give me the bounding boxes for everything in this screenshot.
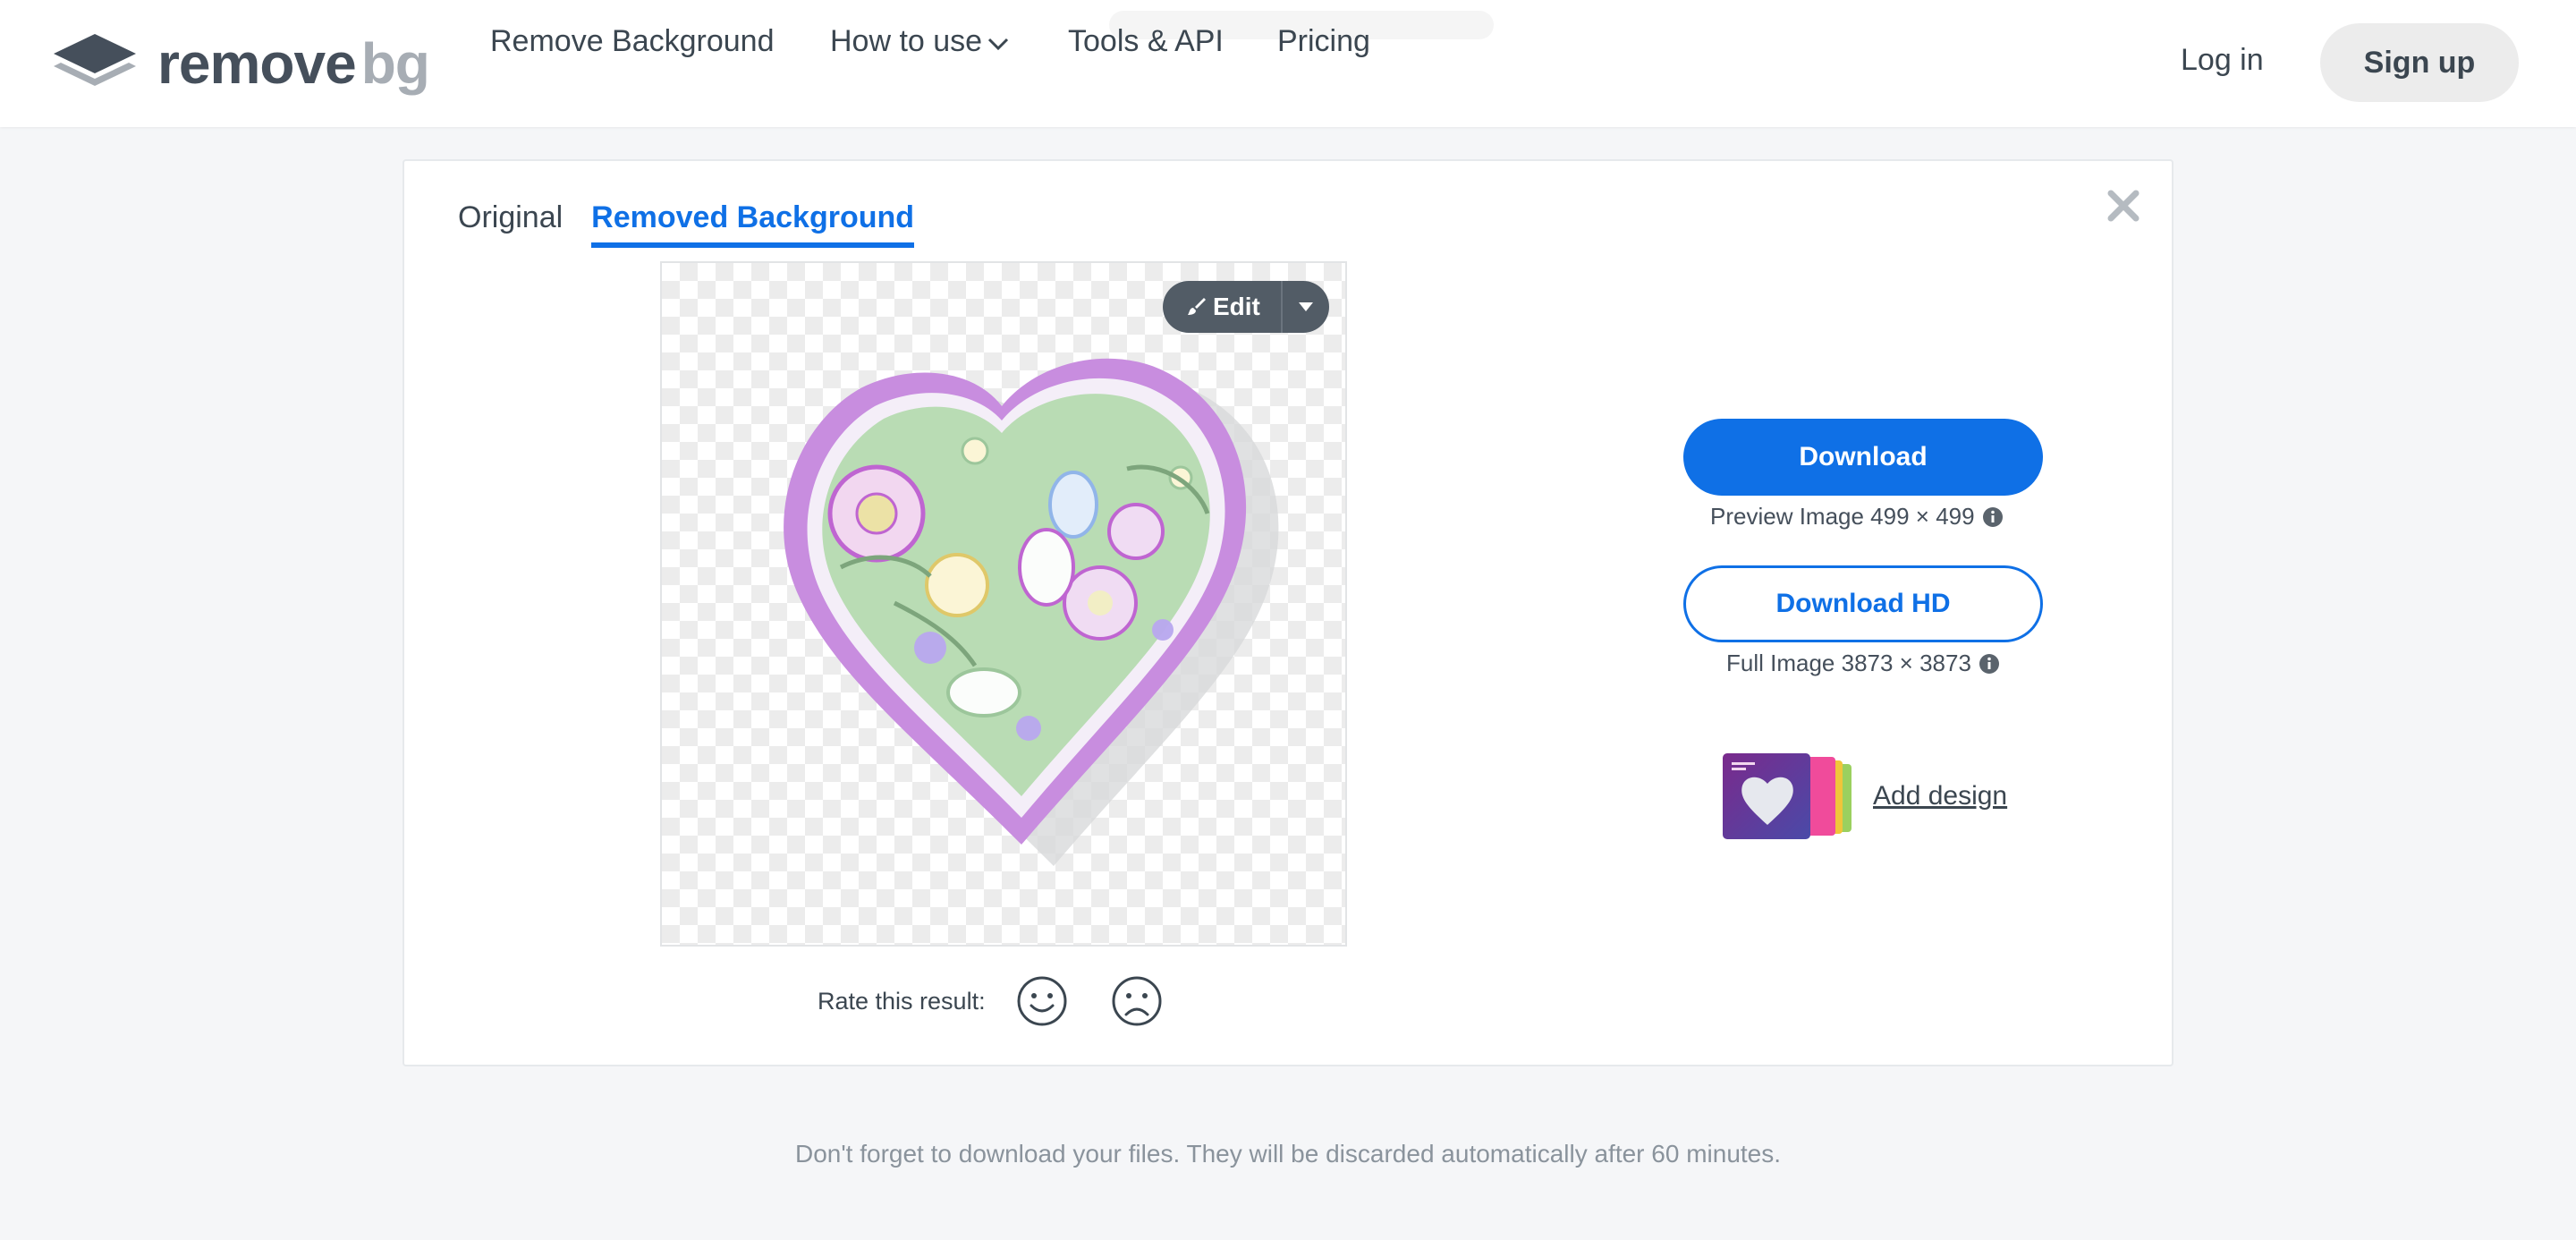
hd-info: Full Image 3873 × 3873 [1726, 650, 2000, 677]
nav-remove-background[interactable]: Remove Background [490, 24, 775, 59]
edit-dropdown-toggle[interactable] [1283, 302, 1329, 311]
download-hd-button[interactable]: Download HD [1683, 565, 2043, 642]
logo[interactable]: removebg [54, 30, 430, 97]
design-thumbnails [1723, 753, 1852, 839]
rate-label: Rate this result: [818, 987, 986, 1015]
nav-pricing[interactable]: Pricing [1277, 24, 1370, 59]
signup-button[interactable]: Sign up [2320, 23, 2519, 102]
add-design-link[interactable]: Add design [1873, 781, 2007, 811]
nav-how-to-use-label: How to use [830, 23, 983, 58]
image-preview: Edit [660, 261, 1347, 947]
preview-info: Preview Image 499 × 499 [1710, 503, 2004, 531]
top-navigation-bar: removebg Remove Background How to use To… [0, 0, 2576, 127]
brush-icon [1188, 298, 1206, 315]
caret-down-icon [1299, 302, 1313, 311]
preview-info-text: Preview Image 499 × 499 [1710, 503, 1975, 530]
heart-image [784, 358, 1279, 866]
close-icon[interactable] [2106, 188, 2141, 224]
info-icon[interactable] [1979, 653, 2000, 675]
hd-info-text: Full Image 3873 × 3873 [1726, 650, 1971, 676]
result-card: Original Removed Background Edit Rate th… [402, 159, 2174, 1066]
tab-original[interactable]: Original [458, 200, 563, 248]
logo-word-remove: remove [157, 31, 357, 96]
tab-removed-background[interactable]: Removed Background [591, 200, 915, 248]
edit-button-group: Edit [1163, 281, 1329, 333]
footer-note: Don't forget to download your files. The… [794, 1140, 1782, 1168]
add-design[interactable]: Add design [1723, 753, 2007, 839]
nav-tools-api[interactable]: Tools & API [1068, 24, 1224, 59]
rate-result: Rate this result: [818, 975, 1163, 1027]
download-button[interactable]: Download [1683, 419, 2043, 496]
result-tabs: Original Removed Background [458, 200, 943, 248]
chevron-down-icon [988, 38, 1009, 50]
info-icon[interactable] [1982, 506, 2004, 528]
login-link[interactable]: Log in [2181, 43, 2264, 78]
edit-button[interactable]: Edit [1163, 293, 1281, 321]
logo-layers-icon [54, 34, 136, 86]
smile-icon[interactable] [1016, 975, 1068, 1027]
logo-text: removebg [157, 30, 430, 97]
frown-icon[interactable] [1111, 975, 1163, 1027]
logo-word-bg: bg [360, 31, 430, 96]
nav-how-to-use[interactable]: How to use [830, 24, 1009, 59]
edit-button-label: Edit [1213, 293, 1260, 320]
